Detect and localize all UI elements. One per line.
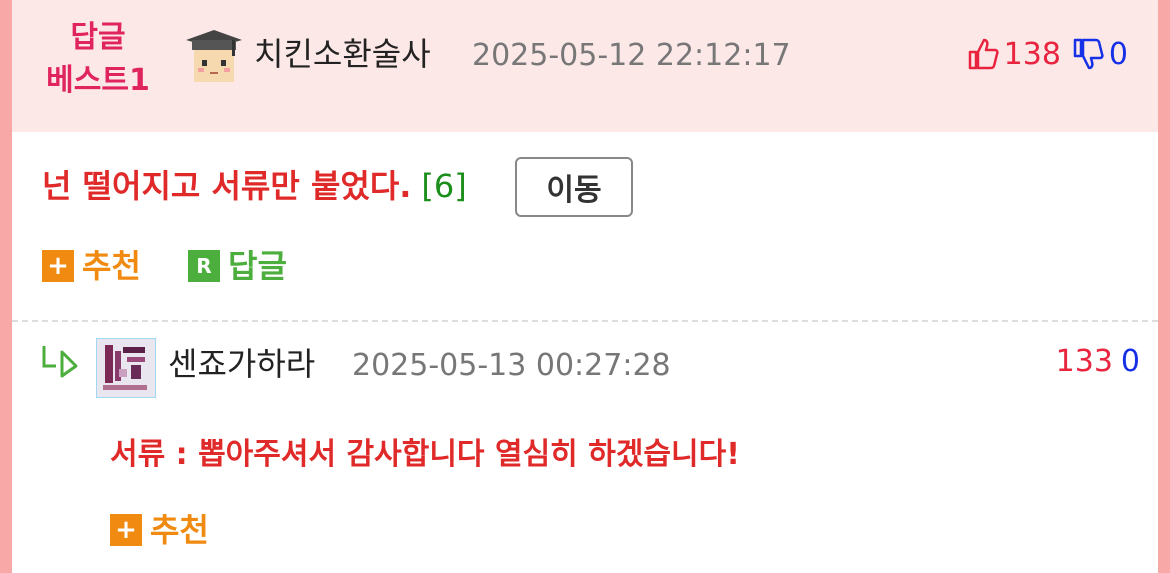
thumbs-up-icon (968, 38, 999, 70)
reply-label: 답글 (228, 247, 287, 285)
reply-downvote-count: 0 (1120, 344, 1140, 379)
reply-recommend-button[interactable]: + 추천 (110, 508, 209, 552)
plus-icon: + (110, 514, 142, 546)
reply-vote-summary: 133 0 (1056, 340, 1140, 384)
reply-recommend-label: 추천 (150, 511, 209, 549)
move-button[interactable]: 이동 (515, 157, 633, 217)
downvote-count: 0 (1108, 36, 1128, 72)
best-reply-badge: 답글 베스트1 (38, 16, 158, 102)
plus-icon: + (42, 250, 74, 282)
reply-r-icon: R (188, 250, 220, 282)
reply-body: 서류 : 뽑아주셔서 감사합니다 열심히 하겠습니다! (110, 437, 740, 472)
upvote-count: 138 (1003, 36, 1061, 72)
thumbs-down-icon (1073, 38, 1104, 70)
post-title[interactable]: 넌 떨어지고 서류만 붙었다. [6] (42, 162, 467, 210)
section-divider (12, 320, 1158, 322)
comment-thread: 답글 베스트1 치킨소환술사 2025-05-12 22:12:17 138 0 (12, 0, 1158, 573)
reply-datetime: 2025-05-13 00:27:28 (352, 348, 671, 383)
reply-button[interactable]: R 답글 (188, 244, 287, 288)
post-title-text[interactable]: 넌 떨어지고 서류만 붙었다. (42, 167, 411, 205)
comment-count: [6] (421, 167, 467, 205)
reply-author-name[interactable]: 센죠가하라 (168, 340, 315, 388)
reply-author-avatar[interactable] (96, 338, 156, 398)
recommend-label: 추천 (82, 247, 141, 285)
reply-arrow-icon (42, 346, 78, 378)
badge-line-1: 답글 (70, 20, 126, 55)
post-datetime: 2025-05-12 22:12:17 (472, 38, 791, 73)
author-avatar[interactable] (184, 26, 244, 88)
vote-summary: 138 0 (966, 32, 1128, 76)
author-name[interactable]: 치킨소환술사 (254, 30, 431, 78)
recommend-button[interactable]: + 추천 (42, 244, 141, 288)
badge-line-2: 베스트1 (46, 63, 150, 98)
reply-upvote-count: 133 (1055, 344, 1113, 379)
best-reply-header: 답글 베스트1 치킨소환술사 2025-05-12 22:12:17 138 0 (12, 0, 1158, 132)
